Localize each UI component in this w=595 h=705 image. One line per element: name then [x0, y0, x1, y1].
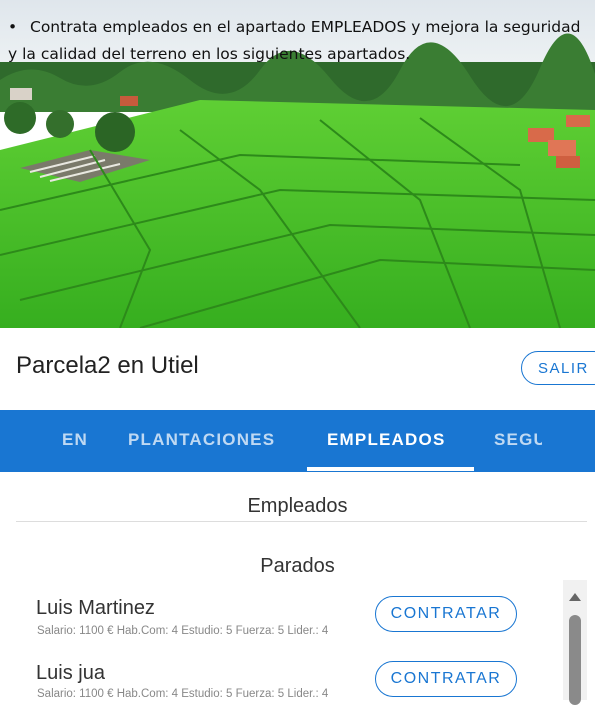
tab-prev[interactable]: EN [62, 410, 88, 472]
employee-stats: Salario: 1100 € Hab.Com: 4 Estudio: 5 Fu… [37, 688, 329, 700]
section-title: Empleados [247, 495, 348, 517]
instruction-message: Contrata empleados en el apartado EMPLEA… [8, 18, 581, 63]
tab-seguridad[interactable]: SEGU [494, 410, 542, 472]
active-tab-indicator [307, 467, 474, 471]
employee-name: Luis Martinez [36, 597, 155, 619]
hire-button[interactable]: CONTRATAR [375, 661, 517, 697]
divider [16, 521, 587, 522]
scrollbar-thumb[interactable] [569, 615, 581, 705]
employee-name: Luis jua [36, 662, 105, 684]
instruction-text: • Contrata empleados en el apartado EMPLE… [8, 14, 594, 68]
triangle-up-icon[interactable] [566, 588, 584, 606]
exit-button[interactable]: SALIR [521, 351, 595, 385]
tab-plantaciones[interactable]: PLANTACIONES [128, 410, 275, 472]
tab-empleados[interactable]: EMPLEADOS [327, 410, 445, 472]
employee-stats: Salario: 1100 € Hab.Com: 4 Estudio: 5 Fu… [37, 625, 329, 637]
hire-button[interactable]: CONTRATAR [375, 596, 517, 632]
hero-image: • Contrata empleados en el apartado EMPLE… [0, 0, 595, 328]
tab-bar: EN PLANTACIONES EMPLEADOS SEGU [0, 410, 595, 472]
subsection-title: Parados [260, 555, 335, 577]
page-title: Parcela2 en Utiel [16, 352, 199, 379]
bullet-icon: • [8, 18, 18, 36]
